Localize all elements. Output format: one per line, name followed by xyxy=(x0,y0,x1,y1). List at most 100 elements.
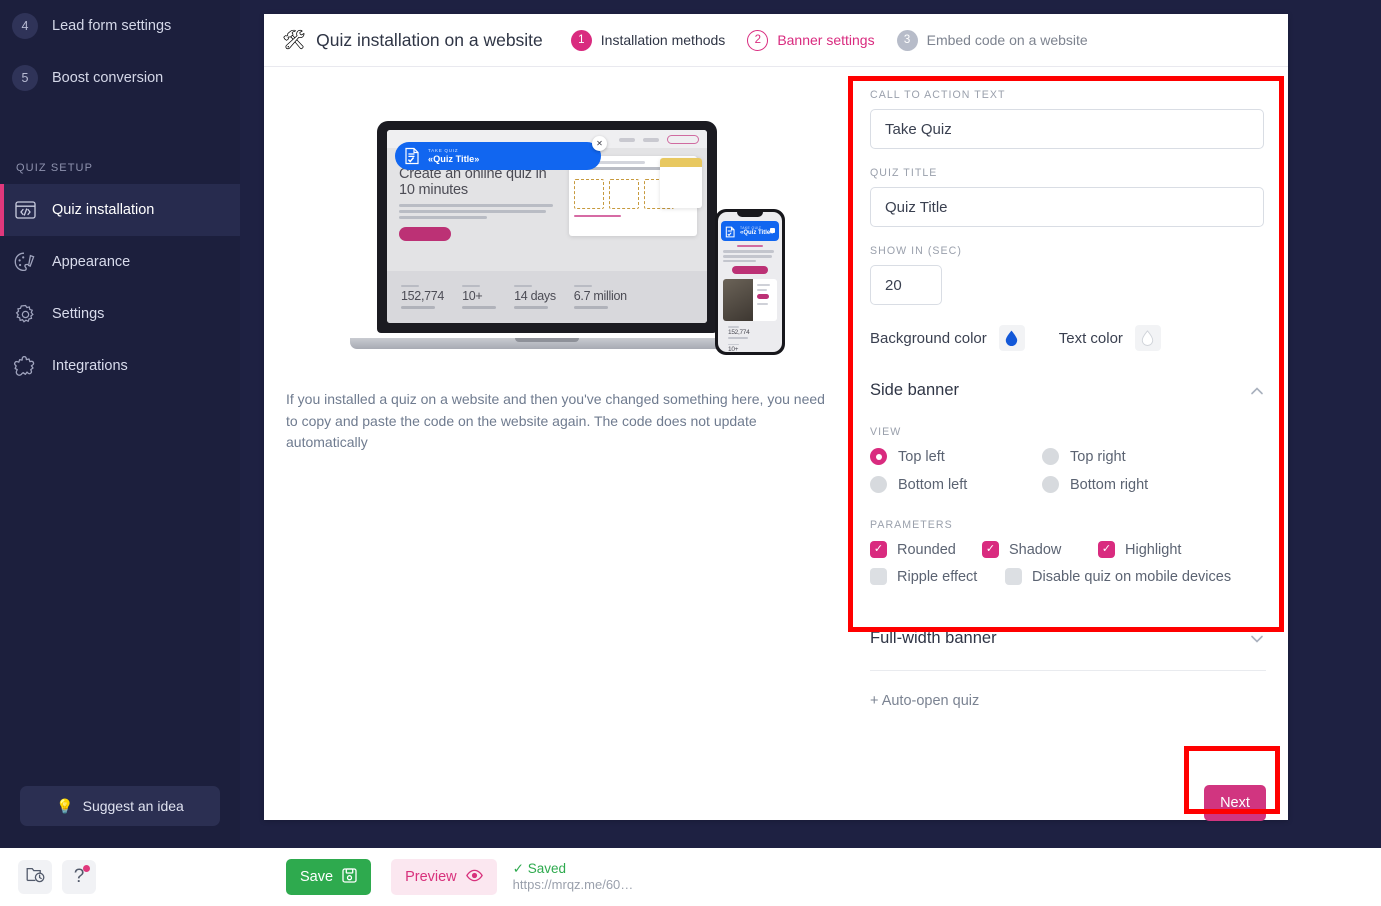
chevron-up-icon[interactable] xyxy=(1248,382,1266,400)
tools-icon: 🛠 xyxy=(282,29,307,51)
step-label: Installation methods xyxy=(600,32,726,48)
help-button[interactable]: ? xyxy=(62,860,96,894)
quiz-title-input[interactable] xyxy=(870,187,1264,227)
site-headline: Create an online quiz in 10 minutes xyxy=(399,166,547,199)
quiz-document-icon xyxy=(404,147,421,165)
view-radio-group: Top left Top right Bottom left Bottom ri… xyxy=(870,448,1266,493)
checkbox-shadow[interactable]: Shadow xyxy=(982,541,1098,558)
step-badge: 1 xyxy=(570,29,592,51)
chevron-down-icon[interactable] xyxy=(1248,630,1266,648)
device-mockup: ✓ ───────────────── Create an online qui… xyxy=(321,113,791,363)
step-nav: 1 Installation methods 2 Banner settings… xyxy=(570,29,1088,51)
phone-mockup: TAKE QUIZ «Quiz Title» 152,774 10+ xyxy=(715,209,785,355)
site-nav xyxy=(619,135,699,144)
radio-label: Top right xyxy=(1070,448,1126,465)
sidebar-item-boost-conversion[interactable]: 5 Boost conversion xyxy=(0,52,240,104)
suggest-an-idea-button[interactable]: 💡 Suggest an idea xyxy=(20,786,220,826)
site-side-card xyxy=(660,158,702,208)
site-paragraph xyxy=(399,204,559,220)
preview-label: Preview xyxy=(405,869,457,885)
step-number-badge: 4 xyxy=(12,13,38,39)
next-button[interactable]: Next xyxy=(1204,785,1266,821)
code-window-icon xyxy=(12,197,38,223)
checkbox-label: Disable quiz on mobile devices xyxy=(1032,568,1232,585)
color-pickers-row: Background color Text color xyxy=(870,325,1266,351)
radio-bottom-left[interactable]: Bottom left xyxy=(870,476,1042,493)
quiz-url[interactable]: https://mrqz.me/60… xyxy=(513,877,634,894)
eye-icon xyxy=(465,869,483,886)
install-hint-text: If you installed a quiz on a website and… xyxy=(286,391,825,451)
side-banner-section-header[interactable]: Side banner xyxy=(870,381,1266,400)
step-embed-code[interactable]: 3 Embed code on a website xyxy=(896,29,1088,51)
card-body: ✓ ───────────────── Create an online qui… xyxy=(264,67,1288,821)
background-color-picker[interactable] xyxy=(998,325,1025,351)
banner-texts: TAKE QUIZ «Quiz Title» xyxy=(428,148,479,164)
radio-label: Top left xyxy=(898,448,945,465)
radio-label: Bottom left xyxy=(898,476,968,493)
radio-bottom-right[interactable]: Bottom right xyxy=(1042,476,1266,493)
sidebar: 4 Lead form settings 5 Boost conversion … xyxy=(0,0,240,848)
checkbox-disable-mobile[interactable]: Disable quiz on mobile devices xyxy=(1005,568,1231,585)
notification-dot xyxy=(83,865,90,872)
saved-label: ✓ Saved xyxy=(512,860,566,876)
preview-column: ✓ ───────────────── Create an online qui… xyxy=(264,67,856,820)
sidebar-item-quiz-installation[interactable]: Quiz installation xyxy=(0,184,240,236)
radio-label: Bottom right xyxy=(1070,476,1149,493)
sidebar-item-label: Boost conversion xyxy=(52,70,164,86)
history-button[interactable] xyxy=(18,860,52,894)
close-icon xyxy=(770,228,775,233)
auto-open-quiz-link[interactable]: + Auto-open quiz xyxy=(870,693,1266,709)
checkbox-indicator xyxy=(1005,568,1022,585)
checkbox-highlight[interactable]: Highlight xyxy=(1098,541,1181,558)
full-width-banner-section-header[interactable]: Full-width banner xyxy=(870,629,1266,648)
checkbox-ripple-effect[interactable]: Ripple effect xyxy=(870,568,1005,585)
laptop-lid: ✓ ───────────────── Create an online qui… xyxy=(377,121,717,333)
checkbox-label: Rounded xyxy=(897,541,956,558)
banner-title-text: «Quiz Title» xyxy=(740,230,774,236)
checkbox-rounded[interactable]: Rounded xyxy=(870,541,982,558)
sidebar-item-label: Quiz installation xyxy=(52,202,155,218)
save-status: ✓ Saved https://mrqz.me/60… xyxy=(513,860,634,894)
banner-cta-text: TAKE QUIZ xyxy=(428,148,459,153)
folder-clock-icon xyxy=(26,866,45,888)
step-label: Banner settings xyxy=(777,32,875,48)
text-color-picker[interactable] xyxy=(1134,325,1161,351)
sidebar-item-appearance[interactable]: Appearance xyxy=(0,236,240,288)
view-label: VIEW xyxy=(870,426,902,438)
laptop-screen: ✓ ───────────────── Create an online qui… xyxy=(387,130,707,323)
puzzle-icon xyxy=(12,353,38,379)
parameters-row-1: Rounded Shadow Highlight xyxy=(870,541,1266,558)
sidebar-item-label: Integrations xyxy=(52,358,128,374)
suggest-an-idea-label: Suggest an idea xyxy=(82,798,184,814)
step-installation-methods[interactable]: 1 Installation methods xyxy=(570,29,726,51)
checkbox-label: Ripple effect xyxy=(897,568,978,585)
radio-top-right[interactable]: Top right xyxy=(1042,448,1266,465)
app-root: 4 Lead form settings 5 Boost conversion … xyxy=(0,0,1381,906)
sidebar-item-integrations[interactable]: Integrations xyxy=(0,340,240,392)
step-badge: 3 xyxy=(896,29,918,51)
checkbox-indicator xyxy=(870,541,887,558)
stat-item: 6.7 million xyxy=(573,284,627,310)
bottom-toolbar: ? Save Preview ✓ Saved https://mrqz.me/6… xyxy=(0,848,1381,906)
banner-title-text: «Quiz Title» xyxy=(428,154,480,164)
phone-stats: 152,774 10+ 14 days 6.7 million xyxy=(723,326,777,352)
step-label: Embed code on a website xyxy=(926,32,1088,48)
preview-button[interactable]: Preview xyxy=(391,859,497,895)
checkbox-indicator xyxy=(870,568,887,585)
sidebar-group-title: QUIZ SETUP xyxy=(16,162,94,174)
phone-banner-texts: TAKE QUIZ «Quiz Title» xyxy=(740,226,774,236)
cta-text-input[interactable] xyxy=(870,109,1264,149)
radio-indicator xyxy=(870,448,887,465)
phone-banner-preview: TAKE QUIZ «Quiz Title» xyxy=(721,221,779,241)
phone-cta-button xyxy=(732,266,768,275)
sidebar-item-lead-form-settings[interactable]: 4 Lead form settings xyxy=(0,0,240,52)
save-button[interactable]: Save xyxy=(286,859,372,895)
radio-indicator xyxy=(1042,476,1059,493)
radio-top-left[interactable]: Top left xyxy=(870,448,1042,465)
stat-item: 152,774 xyxy=(728,326,750,341)
side-banner-preview: TAKE QUIZ «Quiz Title» xyxy=(395,142,601,170)
show-in-sec-input[interactable] xyxy=(870,265,942,305)
step-banner-settings[interactable]: 2 Banner settings xyxy=(747,29,875,51)
sidebar-item-settings[interactable]: Settings xyxy=(0,288,240,340)
stat-item: 10+ xyxy=(462,284,497,310)
